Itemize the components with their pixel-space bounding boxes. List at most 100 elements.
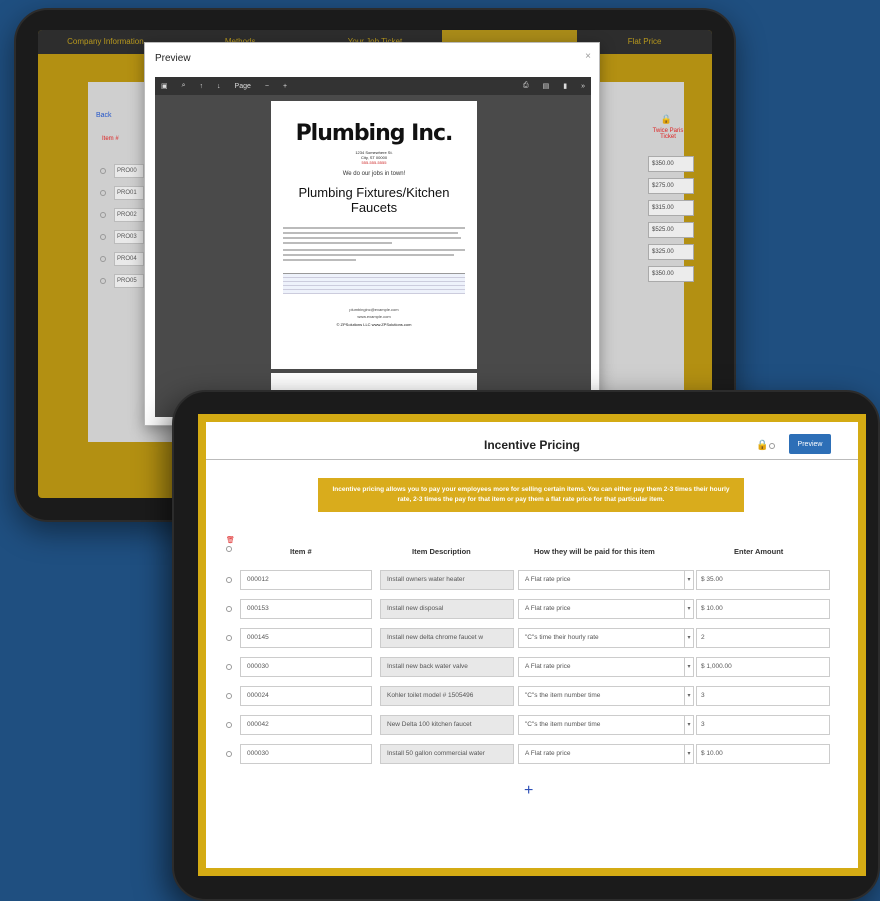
table-row: PRO05 — [100, 270, 144, 292]
panel-header: Incentive Pricing 🔒 Preview — [206, 432, 858, 460]
payment-method-value: "C"s the item number time — [525, 692, 601, 699]
lock-icon[interactable]: 🔒 — [661, 114, 672, 125]
row-checkbox[interactable] — [100, 168, 106, 174]
arrow-up-icon[interactable]: ↑ — [200, 83, 204, 90]
arrow-down-icon[interactable]: ↓ — [217, 83, 221, 90]
price-field[interactable]: $325.00 — [648, 244, 694, 260]
doc-heading: Plumbing Fixtures/Kitchen Faucets — [298, 185, 450, 215]
item-code: PRO01 — [114, 186, 144, 200]
row-checkbox[interactable] — [100, 278, 106, 284]
zoom-in-icon[interactable]: + — [283, 83, 287, 90]
table-row: 000145 Install new delta chrome faucet w… — [206, 628, 858, 650]
item-number-input[interactable]: 000042 — [240, 715, 372, 735]
payment-method-select[interactable]: A Flat rate price ▾ — [518, 599, 694, 619]
row-checkbox[interactable] — [100, 256, 106, 262]
table-row: 000030 Install new back water valve A Fl… — [206, 657, 858, 679]
chevron-down-icon[interactable]: ▾ — [684, 571, 693, 589]
item-number-input[interactable]: 000030 — [240, 657, 372, 677]
doc-email: plumbinginc@example.com — [349, 307, 399, 312]
page-label: Page — [234, 82, 251, 90]
payment-method-select[interactable]: "C"s the item number time ▾ — [518, 686, 694, 706]
doc-tagline: We do our jobs in town! — [342, 171, 406, 177]
item-number-input[interactable]: 000024 — [240, 686, 372, 706]
row-radio[interactable] — [226, 693, 232, 699]
item-code: PRO04 — [114, 252, 144, 266]
row-radio[interactable] — [226, 664, 232, 670]
item-number-input[interactable]: 000012 — [240, 570, 372, 590]
lock-toggle[interactable] — [769, 443, 775, 449]
lock-icon[interactable]: 🔒 — [756, 440, 768, 451]
item-description: Kohler toilet model # 1505496 — [380, 686, 514, 706]
price-field[interactable]: $350.00 — [648, 266, 694, 282]
trash-icon[interactable]: 🗑 — [226, 536, 235, 544]
bookmark-icon[interactable]: ▮ — [563, 82, 567, 90]
payment-method-select[interactable]: A Flat rate price ▾ — [518, 744, 694, 764]
price-field[interactable]: $275.00 — [648, 178, 694, 194]
preview-button[interactable]: Preview — [789, 434, 831, 454]
amount-input[interactable]: $ 10.00 — [696, 744, 830, 764]
item-description: Install owners water heater — [380, 570, 514, 590]
back-prices: $350.00 $275.00 $315.00 $525.00 $325.00 … — [648, 156, 694, 288]
payment-method-select[interactable]: "C"s the item number time ▾ — [518, 715, 694, 735]
chevron-down-icon[interactable]: ▾ — [684, 745, 693, 763]
price-field[interactable]: $525.00 — [648, 222, 694, 238]
table-row: 000024 Kohler toilet model # 1505496 "C"… — [206, 686, 858, 708]
chevron-down-icon[interactable]: ▾ — [684, 687, 693, 705]
row-checkbox[interactable] — [100, 212, 106, 218]
chevron-down-icon[interactable]: ▾ — [684, 716, 693, 734]
table-row: PRO01 — [100, 182, 144, 204]
amount-input[interactable]: 3 — [696, 715, 830, 735]
back-column-price: Twice Paris Ticket — [652, 128, 684, 140]
item-description: Install new disposal — [380, 599, 514, 619]
item-description: Install new back water valve — [380, 657, 514, 677]
select-all-radio[interactable] — [226, 546, 232, 552]
amount-input[interactable]: 3 — [696, 686, 830, 706]
row-radio[interactable] — [226, 577, 232, 583]
doc-address-line: 555-555-5555 — [361, 160, 387, 165]
item-number-input[interactable]: 000153 — [240, 599, 372, 619]
payment-method-value: A Flat rate price — [525, 605, 571, 612]
more-icon[interactable]: » — [581, 83, 585, 90]
item-code: PRO03 — [114, 230, 144, 244]
close-icon[interactable]: × — [585, 51, 591, 62]
payment-method-select[interactable]: A Flat rate price ▾ — [518, 570, 694, 590]
doc-company-name: Plumbing Inc. — [295, 121, 454, 146]
amount-input[interactable]: 2 — [696, 628, 830, 648]
sidebar-toggle-icon[interactable]: ▣ — [161, 82, 168, 90]
payment-method-select[interactable]: "C"s time their hourly rate ▾ — [518, 628, 694, 648]
save-icon[interactable]: ▤ — [543, 82, 550, 90]
row-radio[interactable] — [226, 606, 232, 612]
item-number-input[interactable]: 000145 — [240, 628, 372, 648]
pdf-viewer: ▣ ⌕ ↑ ↓ Page − + ⎙ ▤ ▮ » Plumbing Inc. 1… — [155, 77, 591, 417]
amount-input[interactable]: $ 10.00 — [696, 599, 830, 619]
amount-input[interactable]: $ 35.00 — [696, 570, 830, 590]
price-field[interactable]: $315.00 — [648, 200, 694, 216]
doc-footer: plumbinginc@example.com www.example.com — [283, 306, 465, 320]
zoom-out-icon[interactable]: − — [265, 83, 269, 90]
amount-input[interactable]: $ 1,000.00 — [696, 657, 830, 677]
item-code: PRO00 — [114, 164, 144, 178]
item-code: PRO05 — [114, 274, 144, 288]
chevron-down-icon[interactable]: ▾ — [684, 600, 693, 618]
payment-method-value: "C"s the item number time — [525, 721, 601, 728]
search-icon[interactable]: ⌕ — [182, 82, 186, 90]
price-field[interactable]: $350.00 — [648, 156, 694, 172]
print-icon[interactable]: ⎙ — [523, 82, 529, 90]
row-checkbox[interactable] — [100, 234, 106, 240]
table-row: PRO00 — [100, 160, 144, 182]
payment-method-select[interactable]: A Flat rate price ▾ — [518, 657, 694, 677]
table-row: 000012 Install owners water heater A Fla… — [206, 570, 858, 592]
chevron-down-icon[interactable]: ▾ — [684, 629, 693, 647]
item-description: New Delta 100 kitchen faucet — [380, 715, 514, 735]
back-link[interactable]: Back — [96, 112, 112, 119]
item-number-input[interactable]: 000030 — [240, 744, 372, 764]
payment-method-value: A Flat rate price — [525, 750, 571, 757]
row-radio[interactable] — [226, 635, 232, 641]
back-rows: PRO00 PRO01 PRO02 PRO03 PRO04 PRO05 — [100, 160, 144, 292]
row-radio[interactable] — [226, 722, 232, 728]
doc-website: www.example.com — [357, 314, 391, 319]
add-row-button[interactable]: + — [524, 782, 533, 800]
row-radio[interactable] — [226, 751, 232, 757]
row-checkbox[interactable] — [100, 190, 106, 196]
chevron-down-icon[interactable]: ▾ — [684, 658, 693, 676]
